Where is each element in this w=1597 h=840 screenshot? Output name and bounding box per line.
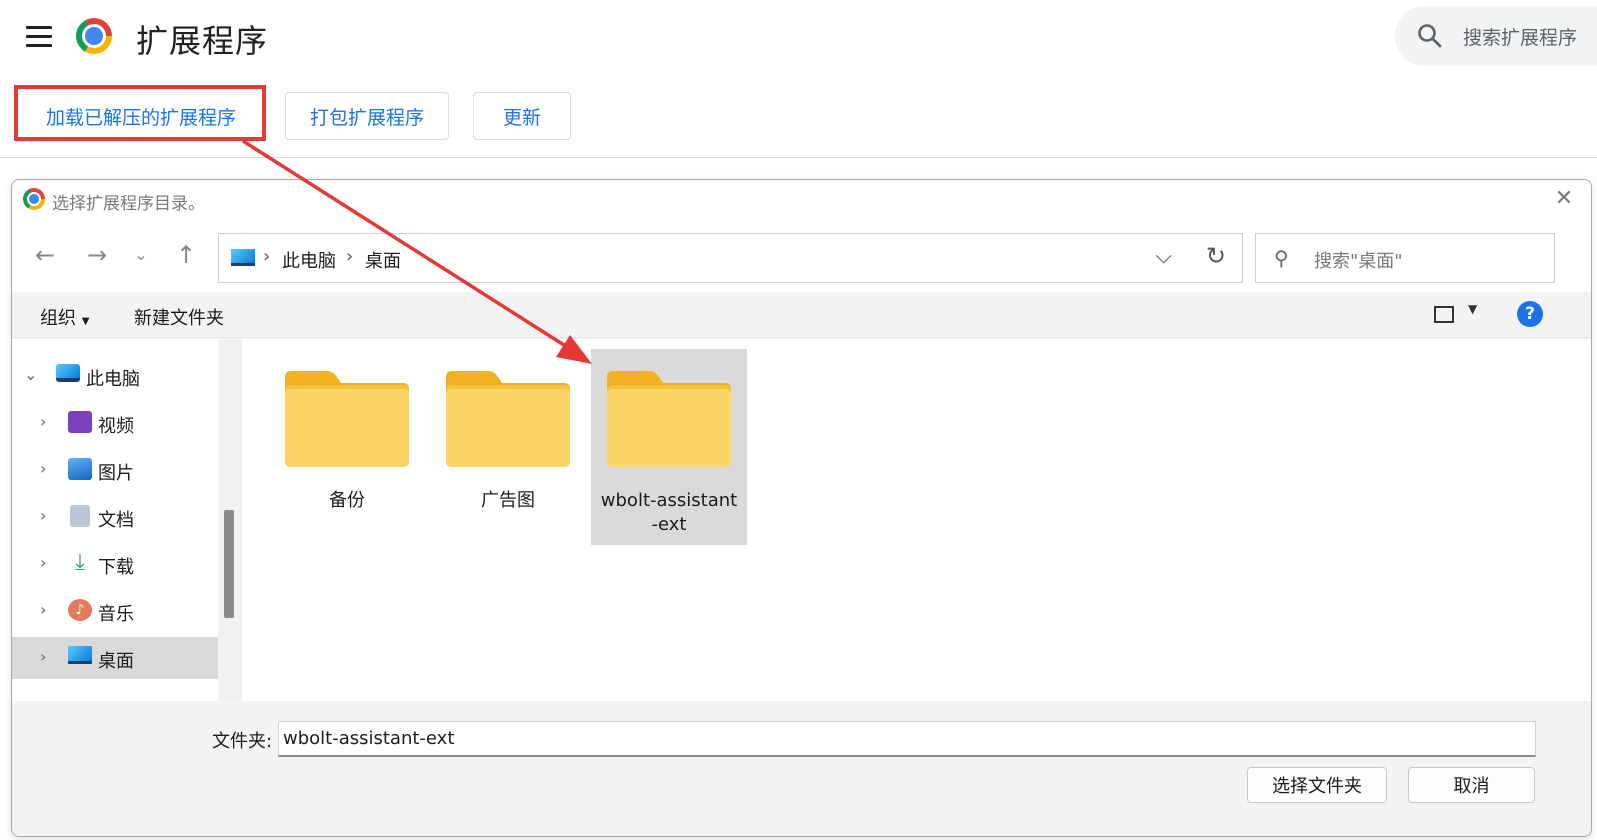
chevron-right-icon[interactable]: › [40, 647, 46, 666]
dialog-title: 选择扩展程序目录。 [52, 194, 205, 214]
chrome-logo-icon [23, 188, 45, 210]
download-icon: ⤓ [75, 550, 85, 575]
navigation-pane: ⌄ 此电脑 › 视频 › 图片 › 文档 › ⤓ 下载 › ♪ 音乐 › 桌面 [12, 339, 218, 701]
sidebar-item-documents[interactable]: › 文档 [12, 496, 218, 538]
folder-name-input[interactable] [278, 721, 1536, 757]
update-button[interactable]: 更新 [473, 92, 571, 140]
sidebar-item-label: 文档 [98, 510, 134, 531]
desktop-icon [68, 646, 92, 664]
help-icon[interactable]: ? [1517, 301, 1543, 327]
sidebar-item-this-pc[interactable]: ⌄ 此电脑 [12, 355, 218, 397]
address-bar[interactable]: › 此电脑 › 桌面 ⌵ ↻ [218, 233, 1243, 283]
pc-icon [231, 249, 255, 266]
chevron-right-icon[interactable]: › [40, 412, 46, 431]
search-placeholder: 搜索扩展程序 [1463, 27, 1578, 49]
sidebar-item-music[interactable]: › ♪ 音乐 [12, 590, 218, 632]
pictures-icon [68, 458, 92, 480]
dialog-toolbar: 组织 ▼ 新建文件夹 ▼ ? [12, 292, 1591, 338]
caret-down-icon[interactable]: ▼ [1468, 302, 1477, 316]
chevron-right-icon[interactable]: › [40, 600, 46, 619]
folder-field-label: 文件夹: [212, 731, 273, 752]
scrollbar-thumb[interactable] [224, 510, 234, 618]
select-folder-button[interactable]: 选择文件夹 [1247, 767, 1387, 803]
organize-label: 组织 [40, 308, 76, 329]
folder-search-input[interactable]: ⚲ 搜索"桌面" [1255, 233, 1555, 283]
sidebar-item-label: 音乐 [98, 604, 134, 625]
cancel-button[interactable]: 取消 [1408, 767, 1535, 803]
hamburger-menu-icon[interactable] [26, 26, 52, 48]
breadcrumb-desktop[interactable]: 桌面 [365, 247, 401, 273]
extensions-header: 扩展程序 搜索扩展程序 [0, 0, 1597, 78]
chevron-down-icon[interactable]: ⌵ [1155, 244, 1172, 269]
refresh-icon[interactable]: ↻ [1206, 242, 1226, 270]
sidebar-item-pictures[interactable]: › 图片 [12, 449, 218, 491]
folder-item[interactable]: 广告图 [430, 349, 586, 545]
sidebar-item-videos[interactable]: › 视频 [12, 402, 218, 444]
video-icon [68, 411, 92, 433]
recent-locations-chevron-icon[interactable]: ⌄ [124, 238, 158, 272]
folder-name: 备份 [329, 490, 365, 511]
search-icon [1418, 24, 1442, 48]
close-icon[interactable]: ✕ [1553, 188, 1575, 210]
sidebar-item-downloads[interactable]: › ⤓ 下载 [12, 543, 218, 585]
folder-search-placeholder: 搜索"桌面" [1314, 251, 1403, 272]
folder-name-line: -ext [651, 514, 687, 535]
folder-item-selected[interactable]: wbolt-assistant -ext [591, 349, 747, 545]
chevron-right-icon: › [263, 246, 271, 267]
documents-icon [70, 505, 90, 527]
sidebar-item-label: 桌面 [98, 651, 134, 672]
file-list: 备份 广告图 wbolt-assistant -ext [242, 339, 1591, 701]
music-icon: ♪ [68, 599, 92, 621]
folder-name: wbolt-assistant -ext [591, 489, 747, 537]
highlight-box [14, 85, 266, 141]
dialog-titlebar: 选择扩展程序目录。 ✕ [12, 180, 1591, 220]
sidebar-item-label: 下载 [98, 557, 134, 578]
chevron-right-icon: › [346, 246, 354, 267]
folder-picker-dialog: 选择扩展程序目录。 ✕ ← → ⌄ ↑ › 此电脑 › 桌面 ⌵ ↻ ⚲ 搜索"… [11, 179, 1592, 837]
sidebar-item-label: 视频 [98, 416, 134, 437]
chevron-down-icon[interactable]: ⌄ [24, 365, 37, 384]
folder-icon [446, 371, 570, 467]
folder-icon [285, 371, 409, 467]
search-extensions-field[interactable]: 搜索扩展程序 [1395, 6, 1597, 66]
organize-menu[interactable]: 组织 ▼ [40, 304, 89, 330]
folder-icon [607, 371, 731, 467]
back-arrow-icon[interactable]: ← [28, 238, 62, 272]
forward-arrow-icon[interactable]: → [80, 238, 114, 272]
chevron-right-icon[interactable]: › [40, 506, 46, 525]
navigation-bar: ← → ⌄ ↑ › 此电脑 › 桌面 ⌵ ↻ ⚲ 搜索"桌面" [12, 220, 1591, 292]
sidebar-item-desktop[interactable]: › 桌面 [12, 637, 218, 679]
search-icon: ⚲ [1274, 246, 1289, 270]
page-title: 扩展程序 [136, 22, 269, 60]
folder-name: 广告图 [481, 490, 535, 511]
chrome-logo [76, 18, 112, 54]
pack-extension-button[interactable]: 打包扩展程序 [285, 92, 449, 140]
new-folder-button[interactable]: 新建文件夹 [134, 304, 224, 330]
folder-name-line: wbolt-assistant [600, 490, 738, 511]
pc-icon [56, 364, 80, 382]
breadcrumb-this-pc[interactable]: 此电脑 [282, 247, 336, 273]
view-mode-icon[interactable] [1434, 306, 1454, 323]
chevron-right-icon[interactable]: › [40, 459, 46, 478]
folder-item[interactable]: 备份 [269, 349, 425, 545]
dialog-footer: 文件夹: 选择文件夹 取消 [12, 701, 1591, 836]
caret-down-icon: ▼ [81, 316, 90, 327]
up-arrow-icon[interactable]: ↑ [169, 238, 203, 272]
chevron-right-icon[interactable]: › [40, 553, 46, 572]
sidebar-item-label: 图片 [98, 463, 134, 484]
sidebar-item-label: 此电脑 [86, 369, 140, 390]
